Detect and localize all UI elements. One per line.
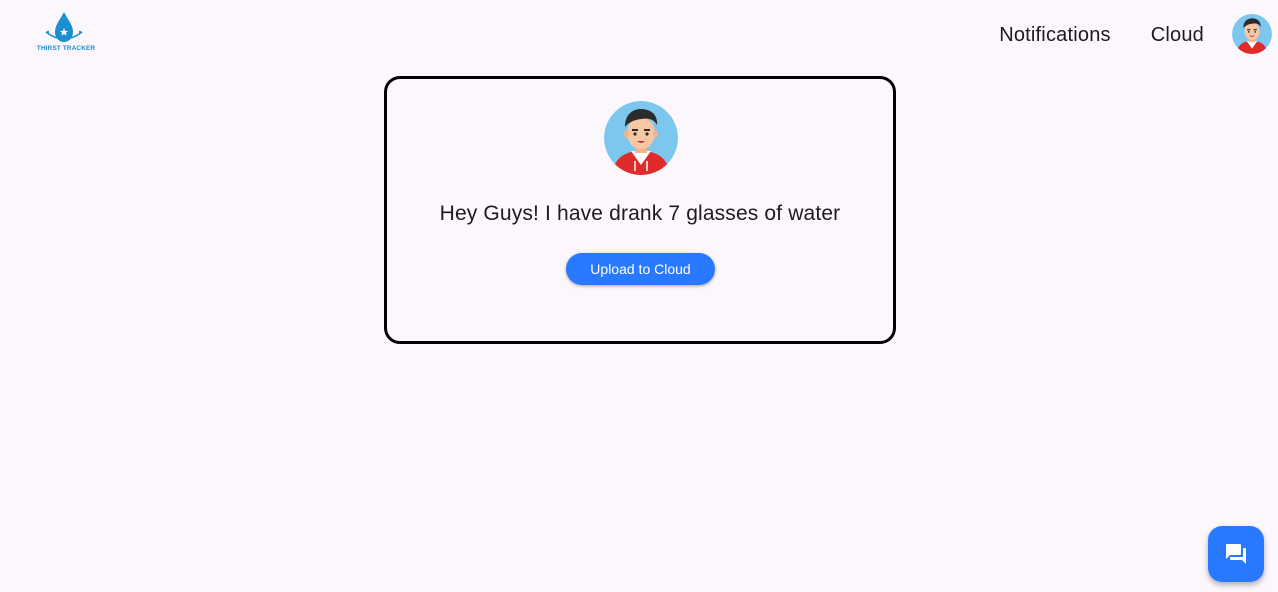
post-card: Hey Guys! I have drank 7 glasses of wate… <box>384 76 896 344</box>
post-message: Hey Guys! I have drank 7 glasses of wate… <box>439 202 841 225</box>
logo-text: THIRST TRACKER <box>36 45 96 52</box>
upload-to-cloud-button[interactable]: Upload to Cloud <box>566 253 715 285</box>
nav-notifications[interactable]: Notifications <box>999 24 1111 47</box>
chat-icon <box>1226 544 1246 564</box>
app-logo[interactable]: THIRST TRACKER <box>36 10 96 58</box>
nav-cloud[interactable]: Cloud <box>1151 24 1204 47</box>
water-drop-icon <box>45 12 83 42</box>
post-avatar <box>604 101 678 175</box>
top-nav: Notifications Cloud <box>999 0 1278 70</box>
chat-fab-button[interactable] <box>1208 526 1264 582</box>
avatar[interactable] <box>1232 14 1272 54</box>
